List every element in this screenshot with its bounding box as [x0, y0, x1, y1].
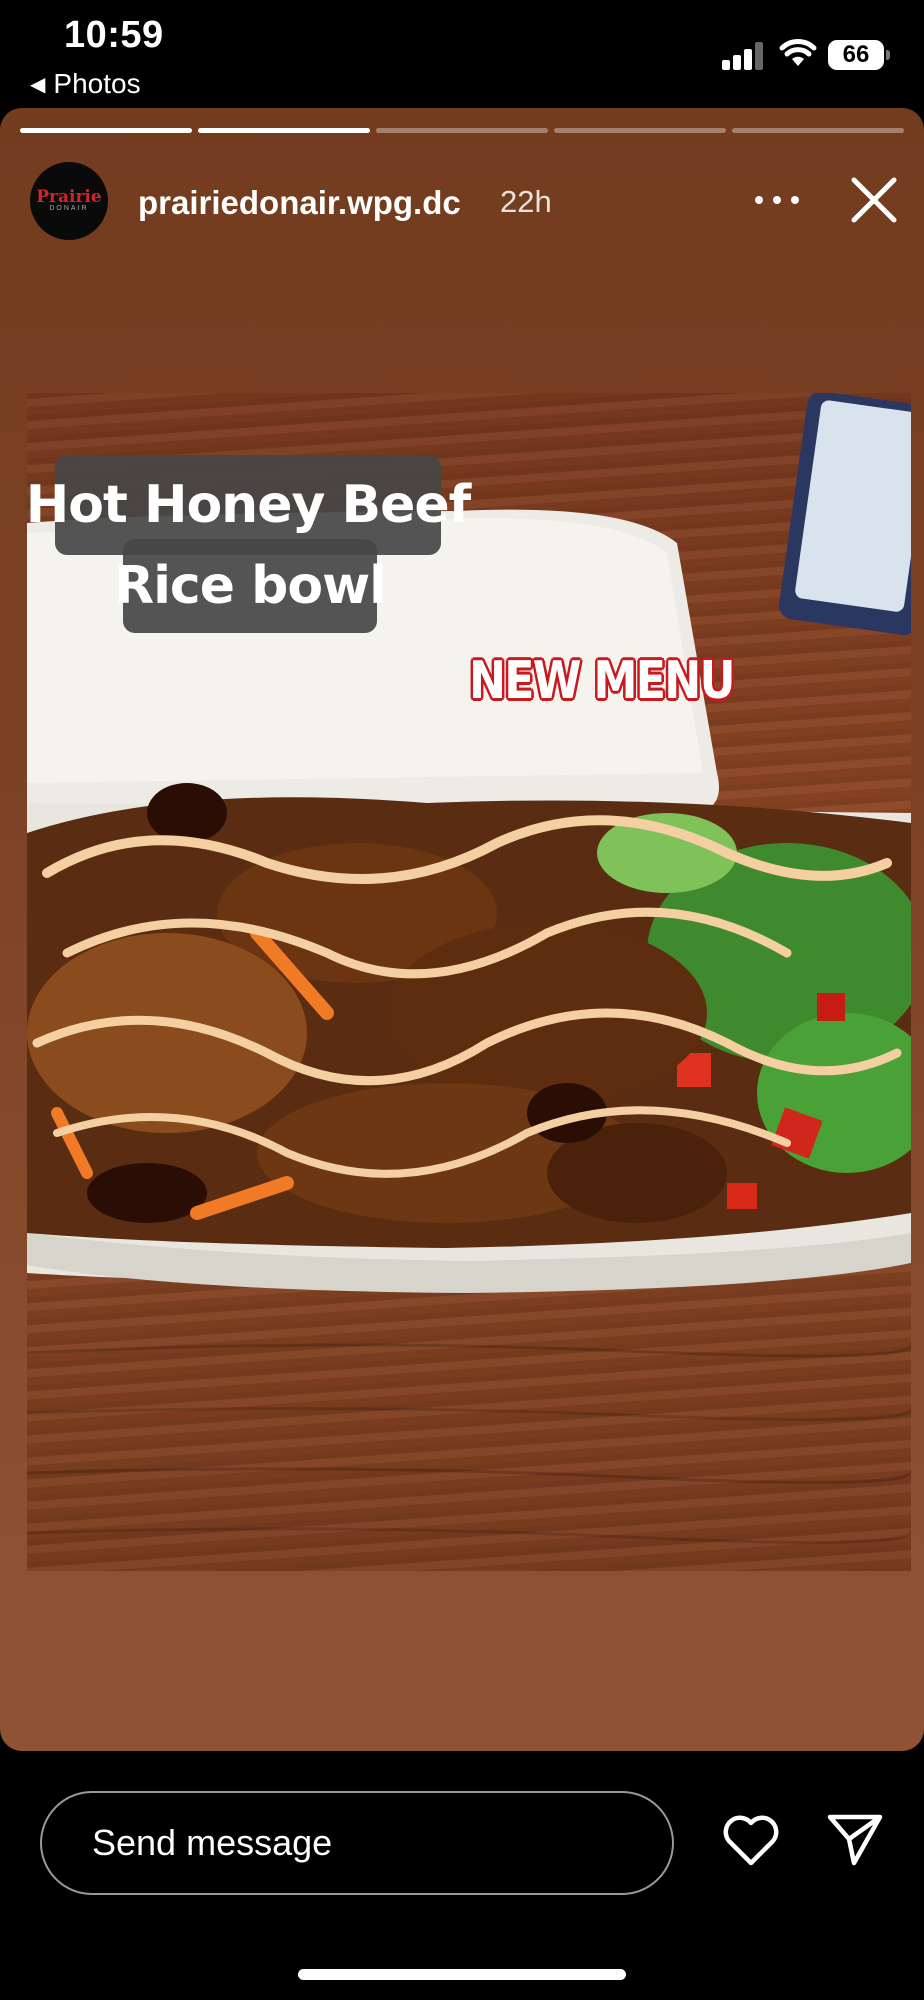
heart-icon[interactable]	[722, 1813, 780, 1867]
progress-segment-4	[554, 128, 726, 133]
home-indicator[interactable]	[298, 1969, 626, 1980]
battery-icon: 66	[828, 40, 890, 70]
send-icon[interactable]	[826, 1811, 884, 1867]
progress-segment-2	[198, 128, 370, 133]
back-label: Photos	[53, 68, 141, 99]
avatar[interactable]: Prairie DONAIR	[30, 162, 108, 240]
back-to-photos-link[interactable]: ◀ Photos	[30, 68, 141, 100]
status-bar: 10:59 ◀ Photos 66	[0, 0, 924, 108]
progress-fill	[198, 128, 370, 133]
close-icon[interactable]	[848, 174, 900, 226]
new-menu-sticker: NEW MENU	[469, 651, 735, 711]
story-username[interactable]: prairiedonair.wpg.dc	[138, 184, 461, 222]
avatar-logo-line1: Prairie	[36, 187, 102, 207]
caption-line-2: Rice bowl	[114, 539, 387, 633]
avatar-logo-line2: DONAIR	[49, 205, 89, 212]
status-time: 10:59	[64, 14, 164, 56]
progress-segment-5	[732, 128, 904, 133]
story-viewer[interactable]: Prairie DONAIR prairiedonair.wpg.dc 22h	[0, 108, 924, 1751]
story-photo: Hot Honey Beef Rice bowl NEW MENU	[27, 393, 911, 1571]
story-header: Prairie DONAIR prairiedonair.wpg.dc 22h	[0, 152, 924, 256]
more-icon[interactable]	[755, 192, 799, 208]
progress-segment-1	[20, 128, 192, 133]
wifi-icon	[779, 39, 817, 66]
send-message-input[interactable]: Send message	[40, 1791, 674, 1895]
signal-icon	[722, 42, 763, 70]
story-reply-bar: Send message	[0, 1751, 924, 2000]
story-time-ago: 22h	[500, 184, 552, 219]
back-triangle-icon: ◀	[30, 73, 46, 96]
story-progress-bar	[20, 128, 904, 133]
progress-segment-3	[376, 128, 548, 133]
progress-fill	[20, 128, 192, 133]
